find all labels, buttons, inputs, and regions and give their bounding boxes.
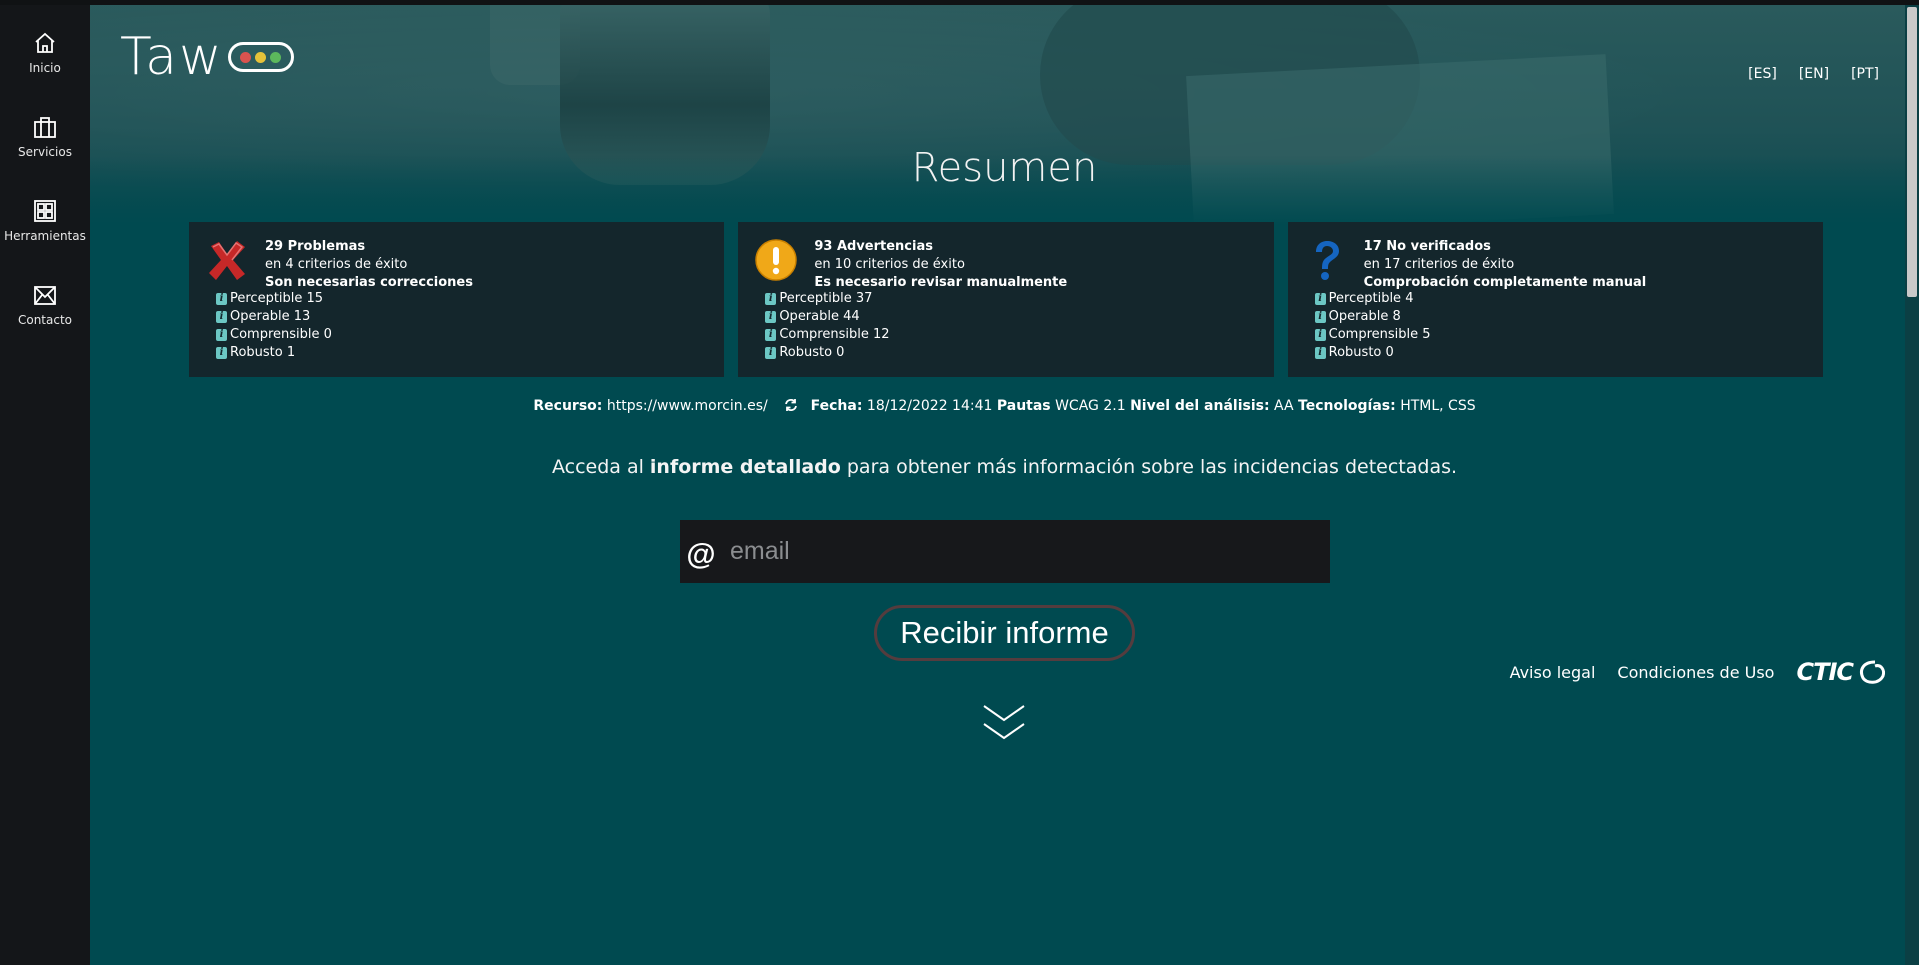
list-item[interactable]: i Perceptible 4 xyxy=(1314,290,1431,308)
info-icon: i xyxy=(765,347,777,359)
info-icon: i xyxy=(1314,311,1326,323)
briefcase-icon xyxy=(34,117,56,138)
error-x-icon xyxy=(209,241,245,280)
yellow-light xyxy=(255,51,267,63)
card-count: 17 No verificados xyxy=(1363,239,1491,254)
envelope-icon xyxy=(34,286,56,305)
card-count: 93 Advertencias xyxy=(814,239,933,254)
card-note: Es necesario revisar manualmente xyxy=(814,275,1068,290)
home-icon xyxy=(35,32,55,53)
principle-list: i Perceptible 4 i Operable 8 i Comprensible… xyxy=(1314,290,1431,362)
sidebar-item-label: Inicio xyxy=(29,61,61,75)
guidelines-label: Pautas xyxy=(996,398,1051,414)
info-icon: i xyxy=(216,293,227,305)
list-item[interactable]: i Robusto 0 xyxy=(1314,344,1431,362)
list-item[interactable]: i Perceptible 15 xyxy=(216,290,332,308)
card-count: 29 Problemas xyxy=(265,239,366,254)
level-label: Nivel del análisis: xyxy=(1130,398,1270,414)
lang-es-link[interactable]: [ES] xyxy=(1748,66,1777,82)
sidebar-item-herramientas[interactable]: Herramientas xyxy=(0,194,90,264)
list-item[interactable]: i Comprensible 12 xyxy=(765,326,890,344)
detailed-report-emphasis: informe detallado xyxy=(649,456,841,478)
green-light xyxy=(270,51,282,63)
date-value: 18/12/2022 14:41 xyxy=(866,398,993,414)
card-criteria: en 17 criterios de éxito xyxy=(1363,257,1515,272)
card-note: Son necesarias correcciones xyxy=(265,275,473,290)
sidebar-item-label: Herramientas xyxy=(4,229,86,243)
scrollbar-thumb[interactable] xyxy=(1907,7,1917,297)
info-icon: i xyxy=(216,347,227,359)
ctic-logo[interactable]: CTIC xyxy=(1796,658,1887,686)
footer-links: Aviso legal Condiciones de Uso CTIC xyxy=(1510,658,1887,686)
list-item[interactable]: i Operable 8 xyxy=(1314,308,1431,326)
info-icon: i xyxy=(765,311,777,323)
ctic-logo-text: CTIC xyxy=(1796,658,1854,686)
sidebar-item-servicios[interactable]: Servicios xyxy=(0,110,90,180)
lang-pt-link[interactable]: [PT] xyxy=(1851,66,1879,82)
email-input[interactable] xyxy=(722,520,1330,583)
analysis-meta: Recurso: https://www.morcin.es/ Fecha: 1… xyxy=(90,398,1919,414)
scroll-down-chevron-icon[interactable] xyxy=(981,702,1027,742)
sidebar: Inicio Servicios Herramientas Contacto xyxy=(0,0,90,965)
sidebar-item-inicio[interactable]: Inicio xyxy=(0,26,90,96)
list-item[interactable]: i Operable 13 xyxy=(216,308,332,326)
info-icon: i xyxy=(216,329,227,341)
info-icon: i xyxy=(765,293,777,305)
problems-card: 29 Problemas en 4 criterios de éxito Son… xyxy=(189,222,725,377)
resource-label: Recurso: xyxy=(533,398,603,414)
card-note: Comprobación completamente manual xyxy=(1363,275,1647,290)
lang-en-link[interactable]: [EN] xyxy=(1799,66,1829,82)
list-item[interactable]: i Robusto 0 xyxy=(765,344,889,362)
top-border xyxy=(0,0,1919,5)
list-item[interactable]: i Comprensible 5 xyxy=(1314,326,1431,344)
not-verified-card: 17 No verificados en 17 criterios de éxi… xyxy=(1287,222,1823,377)
resource-url[interactable]: https://www.morcin.es/ xyxy=(607,398,768,414)
red-light xyxy=(240,51,252,63)
taw-logo[interactable]: Taw xyxy=(120,27,294,87)
warnings-card: 93 Advertencias en 10 criterios de éxito… xyxy=(738,222,1274,377)
receive-report-button[interactable]: Recibir informe xyxy=(874,605,1135,661)
question-mark-icon xyxy=(1315,241,1339,280)
warning-exclamation-icon xyxy=(755,239,798,281)
info-icon: i xyxy=(1314,347,1326,359)
list-item[interactable]: i Perceptible 37 xyxy=(765,290,889,308)
info-icon: i xyxy=(765,329,777,341)
legal-notice-link[interactable]: Aviso legal xyxy=(1510,663,1596,682)
date-label: Fecha: xyxy=(810,398,863,414)
language-selector: [ES] [EN] [PT] xyxy=(1748,66,1879,82)
info-icon: i xyxy=(1314,293,1326,305)
refresh-icon[interactable] xyxy=(784,398,798,412)
at-icon: @ xyxy=(686,537,716,571)
principle-list: i Perceptible 37 i Operable 44 i Comprensib… xyxy=(765,290,890,362)
ctic-swirl-icon xyxy=(1860,660,1885,684)
sidebar-item-contacto[interactable]: Contacto xyxy=(0,278,90,348)
principle-list: i Perceptible 15 i Operable 13 i Comprensib… xyxy=(216,290,332,362)
card-criteria: en 10 criterios de éxito xyxy=(814,257,965,272)
email-field-group: @ xyxy=(680,520,1330,583)
card-criteria: en 4 criterios de éxito xyxy=(265,257,408,272)
traffic-light-icon xyxy=(227,42,294,72)
terms-of-use-link[interactable]: Condiciones de Uso xyxy=(1617,663,1774,682)
list-item[interactable]: i Operable 44 xyxy=(765,308,889,326)
tools-grid-icon xyxy=(34,200,56,222)
level-value: AA xyxy=(1274,398,1294,414)
summary-cards: 29 Problemas en 4 criterios de éxito Son… xyxy=(189,222,1823,377)
list-item[interactable]: i Comprensible 0 xyxy=(216,326,332,344)
guidelines-value: WCAG 2.1 xyxy=(1055,398,1126,414)
sidebar-item-label: Contacto xyxy=(17,313,73,327)
page-title: Resumen xyxy=(911,145,1098,191)
tech-value: HTML, CSS xyxy=(1400,398,1476,414)
info-icon: i xyxy=(1314,329,1326,341)
hero-background-image xyxy=(90,5,1919,225)
vertical-scrollbar[interactable] xyxy=(1905,5,1919,965)
info-icon: i xyxy=(216,311,227,323)
tech-label: Tecnologías: xyxy=(1298,398,1396,414)
logo-text: Taw xyxy=(120,27,224,87)
sidebar-item-label: Servicios xyxy=(18,145,72,159)
detailed-report-text: Acceda al informe detallado para obtener… xyxy=(551,456,1458,478)
list-item[interactable]: i Robusto 1 xyxy=(216,344,332,362)
